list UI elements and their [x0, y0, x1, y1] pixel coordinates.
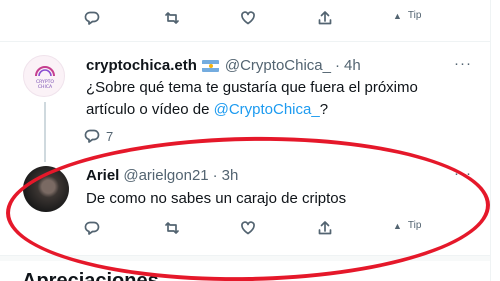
like-button[interactable]: [240, 10, 256, 26]
share-button[interactable]: [317, 220, 333, 236]
tip-button[interactable]: ▲ Tip: [393, 220, 421, 231]
retweet-icon: [165, 12, 179, 24]
reply-button[interactable]: [84, 220, 100, 236]
more-options-button[interactable]: ···: [454, 55, 472, 72]
reply-button[interactable]: 7: [84, 128, 113, 144]
display-name[interactable]: cryptochica.eth: [86, 57, 197, 74]
argentina-flag-icon: [201, 59, 219, 72]
avatar[interactable]: CRYPTO CHICA: [23, 55, 65, 97]
tip-label: Tip: [407, 10, 422, 21]
tip-button[interactable]: ▲ Tip: [393, 10, 421, 21]
reply-icon: [84, 11, 100, 25]
avatar[interactable]: [23, 166, 69, 212]
tip-icon: ▲: [393, 220, 402, 231]
timestamp[interactable]: 3h: [222, 167, 239, 184]
handle[interactable]: @CryptoChica_: [225, 57, 331, 74]
reply-icon: [84, 129, 100, 143]
column-border: [490, 0, 491, 281]
tweet-text: ¿Sobre qué tema te gustaría que fuera el…: [86, 77, 466, 121]
heart-icon: [241, 11, 255, 25]
divider: [0, 41, 490, 42]
display-name[interactable]: Ariel: [86, 167, 119, 184]
share-icon: [318, 221, 332, 235]
handle[interactable]: @arielgon21: [123, 167, 208, 184]
reply-count: 7: [106, 128, 114, 144]
retweet-button[interactable]: [164, 10, 180, 26]
reply-button[interactable]: [84, 10, 100, 26]
retweet-button[interactable]: [164, 220, 180, 236]
tweet-header: Ariel @arielgon21 · 3h: [86, 167, 238, 184]
tweet1-action-bar: 7: [0, 128, 490, 152]
share-button[interactable]: [317, 10, 333, 26]
more-options-button[interactable]: ···: [454, 165, 472, 182]
tip-icon: ▲: [393, 10, 402, 21]
section-heading: Apreciaciones: [22, 270, 159, 281]
separator-dot: ·: [212, 167, 218, 184]
cryptochica-logo: CRYPTO CHICA: [35, 66, 55, 90]
retweet-icon: [165, 222, 179, 234]
heart-icon: [241, 221, 255, 235]
tweet2-action-bar: ▲ Tip: [0, 220, 490, 244]
divider: [0, 255, 490, 261]
tweet-header: cryptochica.eth @CryptoChica_ · 4h: [86, 57, 361, 74]
top-action-bar: ▲ Tip: [0, 10, 490, 34]
share-icon: [318, 11, 332, 25]
reply-icon: [84, 221, 100, 235]
timestamp[interactable]: 4h: [344, 57, 361, 74]
separator-dot: ·: [334, 57, 340, 74]
tip-label: Tip: [407, 220, 422, 231]
tweet-text: De como no sabes un carajo de criptos: [86, 190, 347, 207]
like-button[interactable]: [240, 220, 256, 236]
tweet-text-part: ?: [319, 101, 329, 118]
mention-link[interactable]: @CryptoChica_: [214, 101, 320, 118]
svg-text:CHICA: CHICA: [38, 84, 53, 90]
